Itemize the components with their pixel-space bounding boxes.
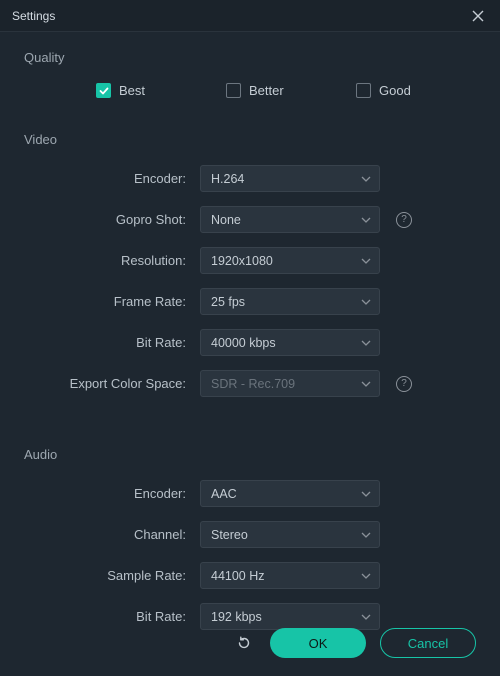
audio-bitrate-label: Bit Rate: [24, 609, 200, 624]
titlebar: Settings [0, 0, 500, 32]
reset-button[interactable] [232, 631, 256, 655]
gopro-help-icon[interactable]: ? [396, 212, 412, 228]
chevron-down-icon [361, 299, 371, 305]
framerate-label: Frame Rate: [24, 294, 200, 309]
chevron-down-icon [361, 614, 371, 620]
channel-label: Channel: [24, 527, 200, 542]
select-value: Stereo [211, 528, 248, 542]
chevron-down-icon [361, 258, 371, 264]
close-button[interactable] [468, 6, 488, 26]
select-value: 40000 kbps [211, 336, 276, 350]
chevron-down-icon [361, 217, 371, 223]
quality-best-label: Best [119, 83, 145, 98]
chevron-down-icon [361, 532, 371, 538]
resolution-label: Resolution: [24, 253, 200, 268]
checkbox-icon [96, 83, 111, 98]
checkbox-icon [226, 83, 241, 98]
cancel-button[interactable]: Cancel [380, 628, 476, 658]
audio-encoder-label: Encoder: [24, 486, 200, 501]
select-value: 1920x1080 [211, 254, 273, 268]
select-value: H.264 [211, 172, 244, 186]
video-bitrate-label: Bit Rate: [24, 335, 200, 350]
video-encoder-select[interactable]: H.264 [200, 165, 380, 192]
audio-encoder-select[interactable]: AAC [200, 480, 380, 507]
cancel-button-label: Cancel [408, 636, 448, 651]
checkbox-icon [356, 83, 371, 98]
quality-better-label: Better [249, 83, 284, 98]
colorspace-help-icon[interactable]: ? [396, 376, 412, 392]
ok-button[interactable]: OK [270, 628, 366, 658]
quality-options: Best Better Good [24, 83, 476, 98]
ok-button-label: OK [309, 636, 328, 651]
quality-good-label: Good [379, 83, 411, 98]
close-icon [472, 10, 484, 22]
audio-bitrate-select[interactable]: 192 kbps [200, 603, 380, 630]
select-value: 44100 Hz [211, 569, 265, 583]
colorspace-select: SDR - Rec.709 [200, 370, 380, 397]
quality-section-label: Quality [24, 50, 476, 65]
select-value: AAC [211, 487, 237, 501]
chevron-down-icon [361, 491, 371, 497]
video-section-label: Video [24, 132, 476, 147]
select-value: SDR - Rec.709 [211, 377, 295, 391]
reset-icon [236, 635, 252, 651]
framerate-select[interactable]: 25 fps [200, 288, 380, 315]
gopro-shot-label: Gopro Shot: [24, 212, 200, 227]
chevron-down-icon [361, 381, 371, 387]
channel-select[interactable]: Stereo [200, 521, 380, 548]
colorspace-label: Export Color Space: [24, 376, 200, 391]
select-value: 25 fps [211, 295, 245, 309]
gopro-shot-select[interactable]: None [200, 206, 380, 233]
select-value: None [211, 213, 241, 227]
audio-section-label: Audio [24, 447, 476, 462]
chevron-down-icon [361, 340, 371, 346]
video-encoder-label: Encoder: [24, 171, 200, 186]
window-title: Settings [12, 9, 55, 23]
quality-better-checkbox[interactable]: Better [226, 83, 334, 98]
resolution-select[interactable]: 1920x1080 [200, 247, 380, 274]
quality-good-checkbox[interactable]: Good [356, 83, 411, 98]
select-value: 192 kbps [211, 610, 262, 624]
quality-best-checkbox[interactable]: Best [96, 83, 204, 98]
samplerate-label: Sample Rate: [24, 568, 200, 583]
video-bitrate-select[interactable]: 40000 kbps [200, 329, 380, 356]
dialog-footer: OK Cancel [232, 628, 476, 658]
samplerate-select[interactable]: 44100 Hz [200, 562, 380, 589]
chevron-down-icon [361, 573, 371, 579]
chevron-down-icon [361, 176, 371, 182]
